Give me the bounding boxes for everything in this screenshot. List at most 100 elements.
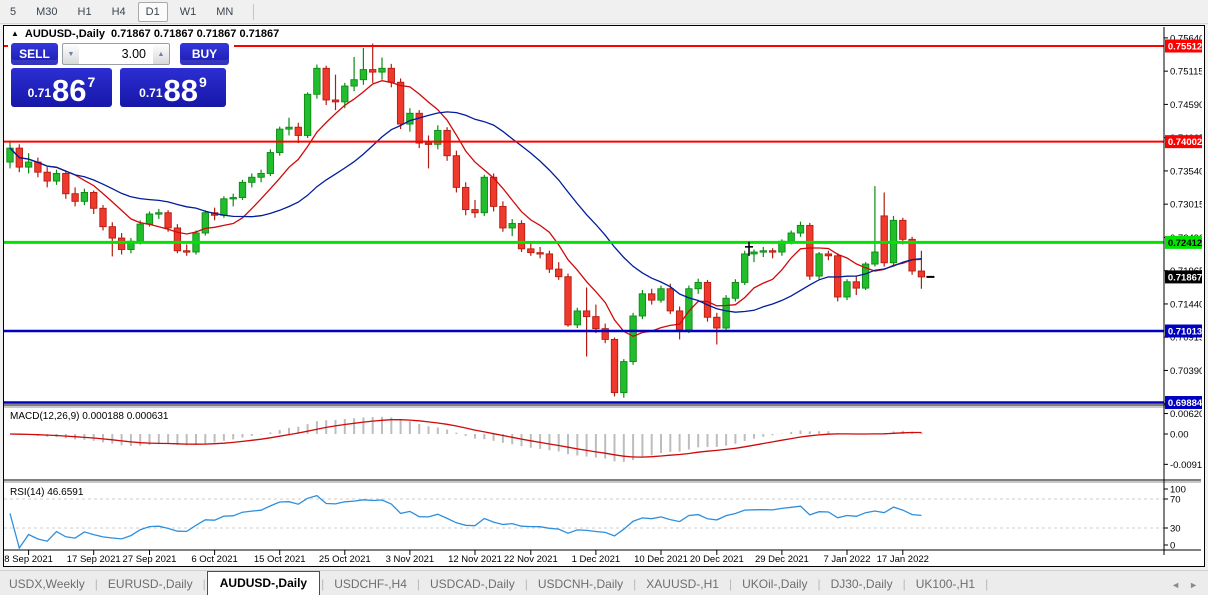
sell-price[interactable]: 0.71 86 7	[11, 68, 112, 107]
timeframe-d1[interactable]: D1	[138, 2, 168, 22]
candle-body	[397, 82, 403, 124]
svg-text:0.73015: 0.73015	[1170, 200, 1202, 211]
candle-body	[481, 177, 487, 212]
tab-scroll-right-icon[interactable]: ►	[1189, 580, 1198, 590]
buy-price-prefix: 0.71	[139, 86, 162, 100]
candle-body	[156, 213, 162, 214]
candle-body	[267, 153, 273, 174]
candle-body	[546, 254, 552, 269]
tab-uk100-h1[interactable]: UK100-,H1	[907, 574, 984, 595]
date-label: 15 Oct 2021	[254, 554, 306, 564]
svg-text:30: 30	[1170, 524, 1181, 535]
svg-text:0.74002: 0.74002	[1168, 137, 1202, 148]
date-label: 1 Dec 2021	[572, 554, 621, 564]
timeframe-h1[interactable]: H1	[70, 2, 100, 22]
tab-usdcad-daily[interactable]: USDCAD-,Daily	[421, 574, 524, 595]
candle-body	[63, 173, 69, 193]
candle-body	[658, 289, 664, 300]
chevron-down-icon: ▼	[68, 51, 75, 58]
tab-usdx-weekly[interactable]: USDX,Weekly	[0, 574, 94, 595]
date-label: 25 Oct 2021	[319, 554, 371, 564]
svg-text:0.006201: 0.006201	[1170, 409, 1202, 420]
date-label: 7 Jan 2022	[823, 554, 870, 564]
candle-body	[667, 289, 673, 311]
timeframe-5[interactable]: 5	[2, 2, 24, 22]
candle-body	[649, 294, 655, 300]
candle-body	[53, 173, 59, 181]
candle-body	[704, 282, 710, 317]
svg-text:0.69884: 0.69884	[1168, 398, 1202, 409]
candle-body	[695, 282, 701, 288]
candle-body	[221, 199, 227, 215]
candle-body	[472, 210, 478, 213]
candle-body	[500, 206, 506, 228]
candle-body	[81, 192, 87, 201]
svg-text:0.75512: 0.75512	[1168, 42, 1202, 53]
timeframe-m30[interactable]: M30	[28, 2, 65, 22]
date-label: 17 Jan 2022	[877, 554, 929, 564]
volume-input[interactable]: 3.00	[79, 43, 153, 65]
candle-body	[463, 187, 469, 209]
candle-body	[872, 252, 878, 264]
candle-body	[630, 316, 636, 362]
volume-decrease-button[interactable]: ▼	[62, 43, 79, 65]
candle-body	[844, 282, 850, 297]
candle-body	[239, 182, 245, 197]
collapse-arrow-icon[interactable]: ▲	[11, 29, 19, 38]
date-label: 17 Sep 2021	[67, 554, 121, 564]
tab-xauusd-h1[interactable]: XAUUSD-,H1	[637, 574, 728, 595]
buy-price[interactable]: 0.71 88 9	[120, 68, 226, 107]
date-label: 10 Dec 2021	[634, 554, 688, 564]
candle-body	[146, 214, 152, 224]
tab-usdcnh-daily[interactable]: USDCNH-,Daily	[529, 574, 632, 595]
candle-body	[388, 68, 394, 82]
candle-body	[444, 130, 450, 155]
tab-usdchf-h4[interactable]: USDCHF-,H4	[325, 574, 416, 595]
buy-button[interactable]: BUY	[180, 43, 229, 65]
tab-audusd-daily[interactable]: AUDUSD-,Daily	[207, 571, 320, 595]
price-axis: 0.756400.751150.745900.740650.735400.730…	[1164, 33, 1202, 410]
timeframe-toolbar: 5M30H1H4D1W1MN	[0, 0, 1208, 24]
sell-button[interactable]: SELL	[11, 43, 58, 65]
tab-ukoil-daily[interactable]: UKOil-,Daily	[733, 574, 816, 595]
tab-dj30-daily[interactable]: DJ30-,Daily	[822, 574, 902, 595]
candle-body	[825, 254, 831, 256]
candle-body	[370, 70, 376, 73]
svg-text:0.71440: 0.71440	[1170, 299, 1202, 310]
svg-text:0.72412: 0.72412	[1168, 238, 1202, 249]
candle-body	[714, 317, 720, 328]
candle-body	[72, 194, 78, 202]
candle-body	[769, 251, 775, 252]
tab-eurusd-daily[interactable]: EURUSD-,Daily	[99, 574, 202, 595]
svg-text:0.73540: 0.73540	[1170, 166, 1202, 177]
svg-text:-0.009197: -0.009197	[1170, 460, 1202, 471]
tab-separator: |	[984, 577, 989, 595]
candle-body	[323, 68, 329, 100]
date-label: 29 Dec 2021	[755, 554, 809, 564]
sell-price-big: 86	[52, 78, 86, 104]
candle-body	[751, 252, 757, 254]
date-label: 6 Oct 2021	[191, 554, 237, 564]
date-axis: 8 Sep 202117 Sep 202127 Sep 20216 Oct 20…	[4, 550, 929, 564]
candle-body	[909, 239, 915, 271]
chart-window: ▲ AUDUSD-,Daily 0.71867 0.71867 0.71867 …	[3, 25, 1205, 567]
svg-text:0.71013: 0.71013	[1168, 326, 1202, 337]
date-label: 20 Dec 2021	[690, 554, 744, 564]
timeframe-w1[interactable]: W1	[172, 2, 205, 22]
tab-scroll-left-icon[interactable]: ◄	[1171, 580, 1180, 590]
tab-scroll-arrows: ◄ ►	[1171, 580, 1198, 595]
date-label: 22 Nov 2021	[504, 554, 558, 564]
candle-body	[453, 156, 459, 188]
price-badges: 0.755120.740020.724120.710130.698840.718…	[1165, 40, 1202, 410]
candle-body	[537, 253, 543, 254]
volume-increase-button[interactable]: ▲	[153, 43, 170, 65]
sell-price-pip: 7	[88, 74, 96, 90]
candle-body	[583, 311, 589, 317]
candle-body	[788, 233, 794, 241]
candle-body	[732, 282, 738, 298]
candle-body	[314, 68, 320, 94]
timeframe-h4[interactable]: H4	[104, 2, 134, 22]
timeframe-mn[interactable]: MN	[208, 2, 241, 22]
candle-body	[574, 311, 580, 325]
candle-body	[379, 68, 385, 72]
